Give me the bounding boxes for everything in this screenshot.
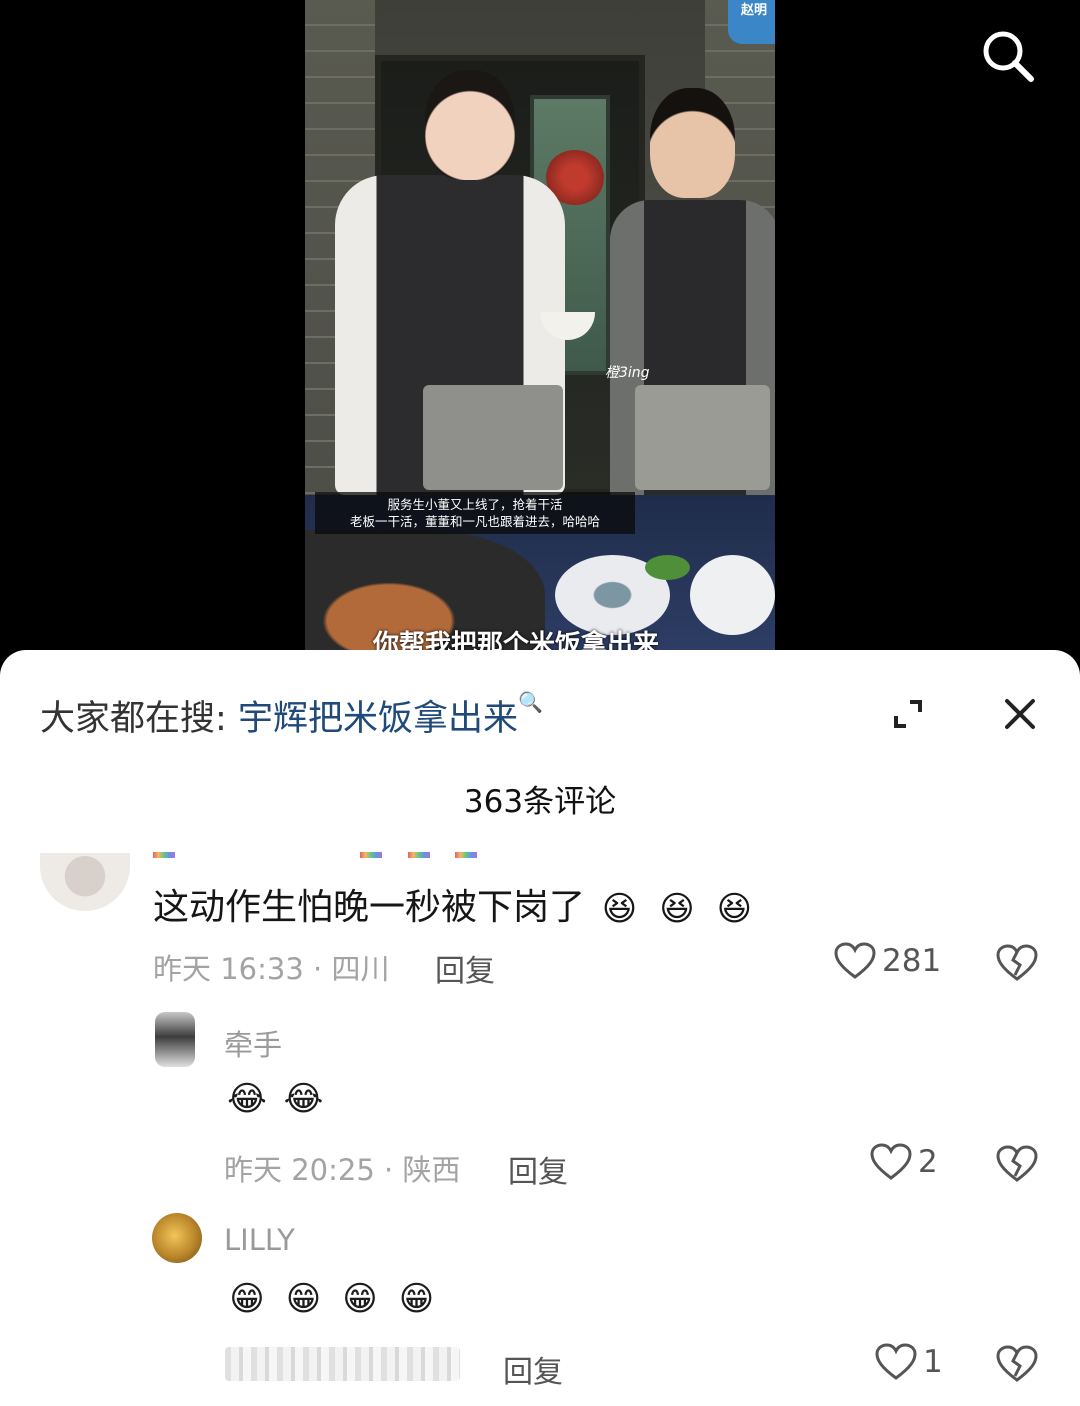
blurred-meta [225,1347,460,1381]
comment-meta: 昨天 16:33 · 四川 [153,952,390,986]
reply-username[interactable]: 牵手 [224,1022,282,1064]
avatar[interactable] [152,1213,202,1263]
dislike-button[interactable] [996,1344,1038,1384]
video-player[interactable]: 赵明 橙3ing 服务生小董又上线了，抢着干活 老板一干活，董董和一凡也跟着进去… [0,0,1080,660]
comment-text: 这动作生怕晚一秒被下岗了 😆 😆 😆 [153,878,757,930]
man-head [650,88,735,198]
handwritten-tag: 橙3ing [605,365,650,381]
username-decoration [408,852,430,858]
reply-button[interactable]: 回复 [435,946,495,990]
keyword-search-icon: 🔍 [517,690,543,714]
like-count: 2 [918,1144,938,1180]
trending-search[interactable]: 大家都在搜: 宇辉把米饭拿出来🔍 [40,690,543,741]
grinning-emoji: 😁 [285,1278,322,1319]
grinning-emoji: 😁 [398,1278,435,1319]
search-icon [983,31,1034,82]
woman-head [425,70,515,180]
like-button[interactable]: 281 [834,942,941,980]
reply-text: 😁 😁 😁 😁 [224,1277,440,1319]
broken-heart-icon [996,944,1038,981]
heart-icon [875,1343,917,1380]
close-icon [1005,699,1035,729]
dislike-button[interactable] [996,943,1038,983]
laughing-emoji: 😆 [716,889,753,929]
comment-count: 363条评论 [463,784,617,820]
tears-of-joy-emoji: 😂 [283,1078,324,1119]
dislike-button[interactable] [996,1144,1038,1184]
reply-button[interactable]: 回复 [503,1347,563,1391]
avatar[interactable] [155,1012,195,1067]
video-frame[interactable]: 赵明 橙3ing 服务生小董又上线了，抢着干活 老板一干活，董董和一凡也跟着进去… [305,0,775,660]
caption-line-1: 服务生小董又上线了，抢着干活 [387,497,563,512]
laughing-emoji: 😆 [659,889,695,929]
woman-apron [423,385,563,490]
laughing-emoji: 😆 [601,889,638,929]
tears-of-joy-emoji: 😂 [227,1078,267,1119]
reply-button[interactable]: 回复 [508,1147,568,1191]
reply-meta: 昨天 20:25 · 陕西 [224,1153,461,1187]
heart-icon [870,1143,912,1180]
grinning-emoji: 😁 [229,1278,265,1319]
search-button[interactable] [978,26,1038,86]
close-button[interactable] [998,692,1042,736]
username-decoration [360,852,382,858]
username-decoration [153,852,175,858]
comment-sheet: 大家都在搜: 宇辉把米饭拿出来🔍 363条评论 这动作生怕晚一秒被下岗了 😆 😆… [0,650,1080,1406]
like-count: 1 [923,1344,943,1380]
avatar[interactable] [40,853,130,911]
reply-username[interactable]: LILLY [224,1223,295,1257]
broken-heart-icon [996,1145,1038,1182]
heart-icon [834,942,876,979]
like-button[interactable]: 1 [875,1343,943,1381]
expand-icon [894,700,922,728]
like-button[interactable]: 2 [870,1143,938,1181]
like-count: 281 [882,943,942,979]
grinning-emoji: 😁 [342,1278,378,1319]
username-decoration [455,852,477,858]
trending-search-keyword[interactable]: 宇辉把米饭拿出来 [238,699,518,739]
video-caption: 服务生小董又上线了，抢着干活 老板一干活，董董和一凡也跟着进去，哈哈哈 [315,492,635,534]
channel-watermark: 赵明 [728,0,775,44]
broken-heart-icon [996,1345,1038,1382]
plate [690,555,775,635]
caption-line-2: 老板一干活，董董和一凡也跟着进去，哈哈哈 [349,514,600,529]
reply-text: 😂 😂 [224,1077,327,1119]
man-apron [635,385,770,490]
comment-body: 这动作生怕晚一秒被下岗了 [153,887,586,928]
vegetable-dish [645,555,690,580]
expand-button[interactable] [888,694,928,734]
trending-search-prefix: 大家都在搜: [40,699,227,739]
